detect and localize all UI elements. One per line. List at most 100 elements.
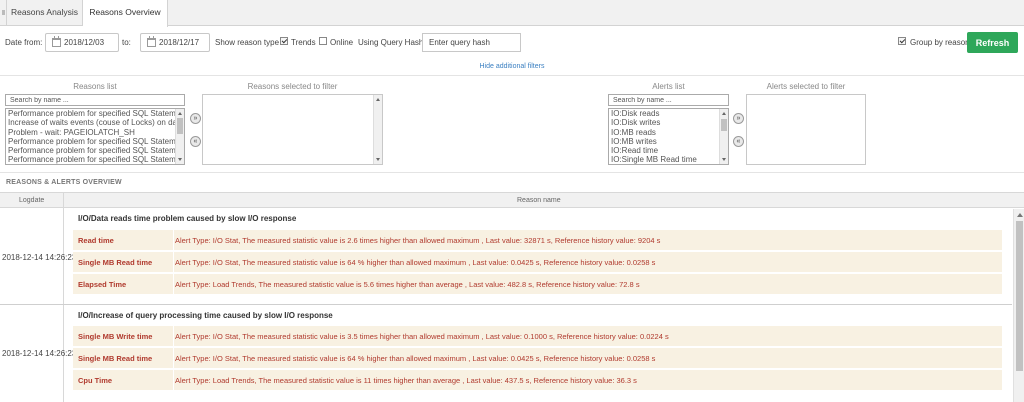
alerts-selected-label: Alerts selected to filter	[766, 82, 846, 91]
tab-bar: Reasons Analysis Reasons Overview	[0, 0, 1024, 27]
trends-label: Trends	[291, 38, 316, 47]
column-divider	[63, 193, 64, 402]
col-reason-name[interactable]: Reason name	[517, 197, 561, 204]
alert-name: Single MB Read time	[78, 258, 153, 267]
alerts-listbox[interactable]: IO:Disk reads IO:Disk writes IO:MB reads…	[608, 108, 729, 165]
scroll-down-icon[interactable]	[178, 158, 182, 161]
scroll-up-icon[interactable]	[376, 98, 380, 101]
alerts-selected-listbox[interactable]	[746, 94, 866, 165]
alert-description: Alert Type: Load Trends, The measured st…	[175, 280, 640, 289]
list-item[interactable]: IO:MB writes	[609, 137, 728, 146]
list-item[interactable]: IO:Read time	[609, 146, 728, 155]
trends-checkbox[interactable]	[280, 37, 288, 45]
cell-divider	[173, 274, 174, 294]
col-logdate[interactable]: Logdate	[19, 197, 44, 204]
date-to-field[interactable]: 2018/12/17	[140, 33, 210, 52]
show-reason-type-label: Show reason type	[215, 38, 280, 47]
refresh-button[interactable]: Refresh	[967, 32, 1018, 53]
scroll-up-icon[interactable]	[722, 112, 726, 115]
list-item[interactable]: IO:Single MB Read time	[609, 155, 728, 164]
scroll-down-icon[interactable]	[722, 158, 726, 161]
cell-divider	[173, 370, 174, 390]
cell-divider	[173, 348, 174, 368]
reasons-search-input[interactable]	[5, 94, 185, 106]
tab-reasons-analysis[interactable]: Reasons Analysis	[7, 0, 83, 26]
reasons-selected-listbox[interactable]	[202, 94, 383, 165]
reasons-list-label: Reasons list	[73, 82, 117, 91]
alert-row[interactable]: Single MB Read time Alert Type: I/O Stat…	[73, 348, 1002, 368]
list-item[interactable]: Increase of waits events (couse of Locks…	[6, 118, 184, 127]
tab-scroll-stub[interactable]	[0, 0, 7, 26]
reasons-selected-label: Reasons selected to filter	[247, 82, 338, 91]
divider	[0, 172, 1024, 173]
reasons-listbox[interactable]: Performance problem for specified SQL St…	[5, 108, 185, 165]
alerts-search-input[interactable]	[608, 94, 729, 106]
alert-row[interactable]: Single MB Write time Alert Type: I/O Sta…	[73, 326, 1002, 346]
list-item[interactable]: Performance problem for specified SQL St…	[6, 109, 184, 118]
list-item[interactable]: IO:Disk reads	[609, 109, 728, 118]
alert-description: Alert Type: Load Trends, The measured st…	[175, 376, 637, 385]
table-header: Logdate Reason name	[0, 192, 1024, 208]
logdate: 2018-12-14 14:26:23	[2, 253, 77, 262]
remove-reason-arrow-icon[interactable]: «	[190, 136, 201, 147]
alert-row[interactable]: Elapsed Time Alert Type: Load Trends, Th…	[73, 274, 1002, 294]
cell-divider	[173, 252, 174, 272]
group-by-reason-label: Group by reason	[910, 38, 970, 47]
grip-icon	[2, 10, 5, 15]
alert-name: Elapsed Time	[78, 280, 127, 289]
list-item[interactable]: IO:Disk writes	[609, 118, 728, 127]
scroll-thumb[interactable]	[721, 119, 727, 131]
list-item[interactable]: Performance problem for specified SQL St…	[6, 155, 184, 164]
alert-row[interactable]: Single MB Read time Alert Type: I/O Stat…	[73, 252, 1002, 272]
alert-description: Alert Type: I/O Stat, The measured stati…	[175, 258, 656, 267]
query-hash-label: Using Query Hash:	[358, 38, 426, 47]
scroll-up-icon[interactable]	[178, 112, 182, 115]
alert-name: Single MB Read time	[78, 354, 153, 363]
calendar-icon	[147, 36, 156, 47]
alerts-scrollbar[interactable]	[719, 109, 728, 164]
date-to-value: 2018/12/17	[159, 38, 200, 47]
alert-row[interactable]: Read time Alert Type: I/O Stat, The meas…	[73, 230, 1002, 250]
list-item[interactable]: Problem - wait: PAGEIOLATCH_SH	[6, 128, 184, 137]
add-reason-arrow-icon[interactable]: »	[190, 113, 201, 124]
main-scrollbar[interactable]	[1013, 209, 1024, 402]
scroll-thumb[interactable]	[1016, 221, 1023, 371]
hide-filters-link[interactable]: Hide additional filters	[0, 63, 1024, 70]
add-alert-arrow-icon[interactable]: »	[733, 113, 744, 124]
alert-description: Alert Type: I/O Stat, The measured stati…	[175, 332, 669, 341]
alerts-items: IO:Disk reads IO:Disk writes IO:MB reads…	[609, 109, 728, 164]
online-label: Online	[330, 38, 354, 47]
alerts-list-label: Alerts list	[652, 82, 685, 91]
tab-reasons-overview[interactable]: Reasons Overview	[83, 0, 168, 27]
scroll-down-icon[interactable]	[376, 158, 380, 161]
query-hash-input[interactable]	[422, 33, 521, 52]
alert-name: Read time	[78, 236, 114, 245]
alert-name: Cpu Time	[78, 376, 113, 385]
group-by-reason-checkbox[interactable]	[898, 37, 906, 45]
divider	[0, 75, 1024, 76]
logdate: 2018-12-14 14:26:23	[2, 349, 77, 358]
scroll-thumb[interactable]	[177, 118, 183, 134]
cell-divider	[173, 230, 174, 250]
reason-title: I/O/Data reads time problem caused by sl…	[78, 214, 297, 223]
list-item[interactable]: IO:MB reads	[609, 128, 728, 137]
section-title: REASONS & ALERTS OVERVIEW	[6, 179, 122, 186]
cell-divider	[173, 326, 174, 346]
list-item[interactable]: Performance problem for specified SQL St…	[6, 137, 184, 146]
alert-row[interactable]: Cpu Time Alert Type: Load Trends, The me…	[73, 370, 1002, 390]
reasons-selected-scrollbar[interactable]	[373, 95, 382, 164]
scroll-up-icon[interactable]	[1017, 213, 1023, 217]
reason-title: I/O/Increase of query processing time ca…	[78, 311, 333, 320]
date-from-label: Date from:	[5, 38, 43, 47]
reasons-items: Performance problem for specified SQL St…	[6, 109, 184, 164]
remove-alert-arrow-icon[interactable]: «	[733, 136, 744, 147]
online-checkbox[interactable]	[319, 37, 327, 45]
reasons-scrollbar[interactable]	[175, 109, 184, 164]
calendar-icon	[52, 36, 61, 47]
alert-name: Single MB Write time	[78, 332, 153, 341]
date-from-value: 2018/12/03	[64, 38, 105, 47]
list-item[interactable]: Performance problem for specified SQL St…	[6, 146, 184, 155]
date-to-label: to:	[122, 38, 131, 47]
date-from-field[interactable]: 2018/12/03	[45, 33, 119, 52]
group-divider	[0, 304, 1012, 305]
